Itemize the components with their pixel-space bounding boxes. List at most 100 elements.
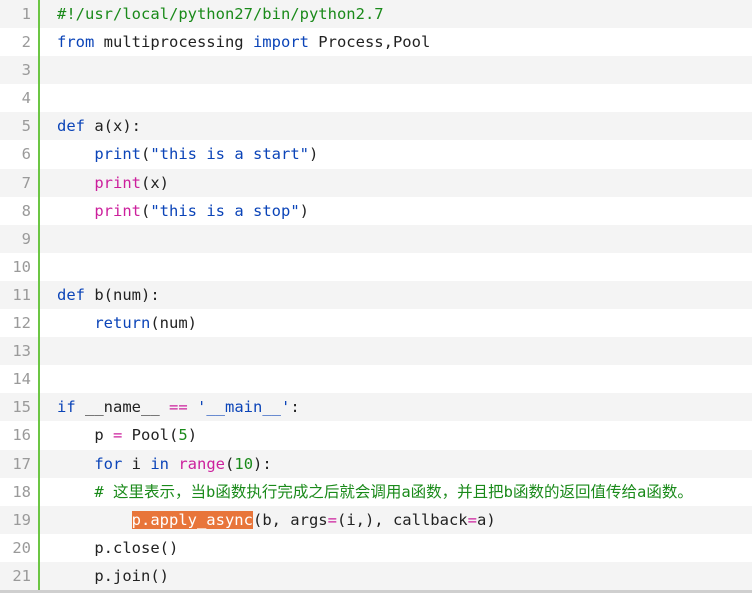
code-token: import: [252, 33, 309, 52]
code-token: (i,), callback: [336, 510, 468, 529]
code-line[interactable]: 17 for i in range(10):: [0, 449, 752, 478]
code-token: # 这里表示，当b函数执行完成之后就会调用a函数，并且把b函数的返回值传给a函数…: [94, 482, 693, 501]
line-code[interactable]: p.join(): [57, 562, 169, 590]
code-token: p.join(): [94, 566, 169, 585]
line-code[interactable]: #!/usr/local/python27/bin/python2.7: [57, 0, 384, 28]
code-token: def: [57, 117, 85, 136]
code-token: b(num):: [85, 285, 160, 304]
line-number: 18: [12, 482, 31, 501]
code-line[interactable]: 12 return(num): [0, 309, 752, 338]
code-editor[interactable]: 1 #!/usr/local/python27/bin/python2.7 2 fro…: [0, 0, 752, 593]
selected-text: p.apply_async: [131, 510, 253, 529]
code-token: in: [150, 454, 169, 473]
code-token: i: [122, 454, 151, 473]
line-number: 11: [12, 285, 31, 304]
code-token: =: [467, 510, 477, 529]
line-number: 17: [12, 454, 31, 473]
line-number: 12: [12, 314, 31, 333]
line-number: 20: [12, 538, 31, 557]
code-token: p.close(): [94, 538, 179, 557]
line-number: 14: [12, 370, 31, 389]
code-token: ): [187, 426, 198, 445]
line-code[interactable]: p.apply_async(b, args=(i,), callback=a): [57, 506, 496, 534]
line-code[interactable]: p.close(): [57, 534, 178, 562]
code-token: Pool(: [122, 426, 179, 445]
code-token: 10: [234, 454, 254, 473]
code-line[interactable]: 2 from multiprocessing import Process,Poo…: [0, 28, 752, 57]
code-token: for: [94, 454, 123, 473]
code-token: =: [327, 510, 337, 529]
line-code[interactable]: # 这里表示，当b函数执行完成之后就会调用a函数，并且把b函数的返回值传给a函数…: [57, 478, 693, 506]
code-line[interactable]: 5 def a(x):: [0, 112, 752, 141]
code-line[interactable]: 6 print("this is a start"): [0, 140, 752, 169]
line-number: 5: [21, 117, 31, 136]
code-token: def: [57, 285, 85, 304]
line-code[interactable]: return(num): [57, 309, 197, 337]
line-number: 8: [21, 201, 31, 220]
code-line[interactable]: 21 p.join(): [0, 561, 752, 590]
line-code[interactable]: print("this is a start"): [57, 140, 318, 168]
code-token: ):: [253, 454, 272, 473]
line-code[interactable]: def a(x):: [57, 112, 141, 140]
code-token: a(x):: [85, 117, 141, 136]
code-line[interactable]: 3: [0, 56, 752, 85]
line-code[interactable]: for i in range(10):: [57, 450, 272, 478]
line-code[interactable]: p = Pool(5): [57, 421, 197, 449]
code-token: ): [308, 145, 319, 164]
code-token: range: [178, 454, 226, 473]
code-token: a): [476, 510, 496, 529]
code-line[interactable]: 20 p.close(): [0, 533, 752, 562]
line-number: 15: [12, 398, 31, 417]
code-line[interactable]: 15 if __name__ == '__main__':: [0, 393, 752, 422]
code-line[interactable]: 11 def b(num):: [0, 280, 752, 310]
code-token: :: [290, 398, 300, 417]
code-line[interactable]: 8 print("this is a stop"): [0, 196, 752, 225]
code-lines: 1 #!/usr/local/python27/bin/python2.7 2 fro…: [0, 0, 752, 590]
code-line[interactable]: 10: [0, 252, 752, 281]
code-line[interactable]: 19 p.apply_async(b, args=(i,), callback=…: [0, 505, 752, 534]
code-token: if: [57, 398, 76, 417]
line-number: 9: [21, 229, 31, 248]
code-line[interactable]: 9: [0, 224, 752, 253]
line-number: 4: [21, 89, 31, 108]
code-line[interactable]: 14: [0, 365, 752, 394]
code-token: 5: [178, 426, 188, 445]
line-code[interactable]: print(x): [57, 169, 169, 197]
code-token: print: [94, 173, 141, 192]
code-token: (num): [150, 314, 197, 333]
code-token: p: [94, 426, 113, 445]
code-line[interactable]: 1 #!/usr/local/python27/bin/python2.7: [0, 0, 752, 29]
line-code[interactable]: def b(num):: [57, 281, 160, 309]
code-token: ==: [169, 398, 188, 417]
code-line[interactable]: 16 p = Pool(5): [0, 421, 752, 450]
line-number: 13: [12, 342, 31, 361]
line-number: 10: [12, 257, 31, 276]
code-token: ): [299, 201, 309, 220]
gutter-divider: [38, 0, 40, 593]
line-number: 7: [21, 173, 31, 192]
line-number: 6: [21, 145, 31, 164]
code-line[interactable]: 13: [0, 337, 752, 366]
code-token: from: [57, 33, 95, 52]
code-line[interactable]: 18 # 这里表示，当b函数执行完成之后就会调用a函数，并且把b函数的返回值传给…: [0, 477, 752, 506]
code-token: (: [141, 145, 151, 164]
line-code[interactable]: from multiprocessing import Process,Pool: [57, 28, 430, 56]
code-token: __name__: [75, 398, 169, 417]
code-line[interactable]: 7 print(x): [0, 168, 752, 197]
code-token: print: [94, 145, 141, 164]
code-line[interactable]: 4: [0, 84, 752, 113]
line-code[interactable]: print("this is a stop"): [57, 197, 309, 225]
code-token: Process,Pool: [308, 33, 431, 52]
line-number: 19: [12, 510, 31, 529]
line-code[interactable]: if __name__ == '__main__':: [57, 393, 300, 421]
